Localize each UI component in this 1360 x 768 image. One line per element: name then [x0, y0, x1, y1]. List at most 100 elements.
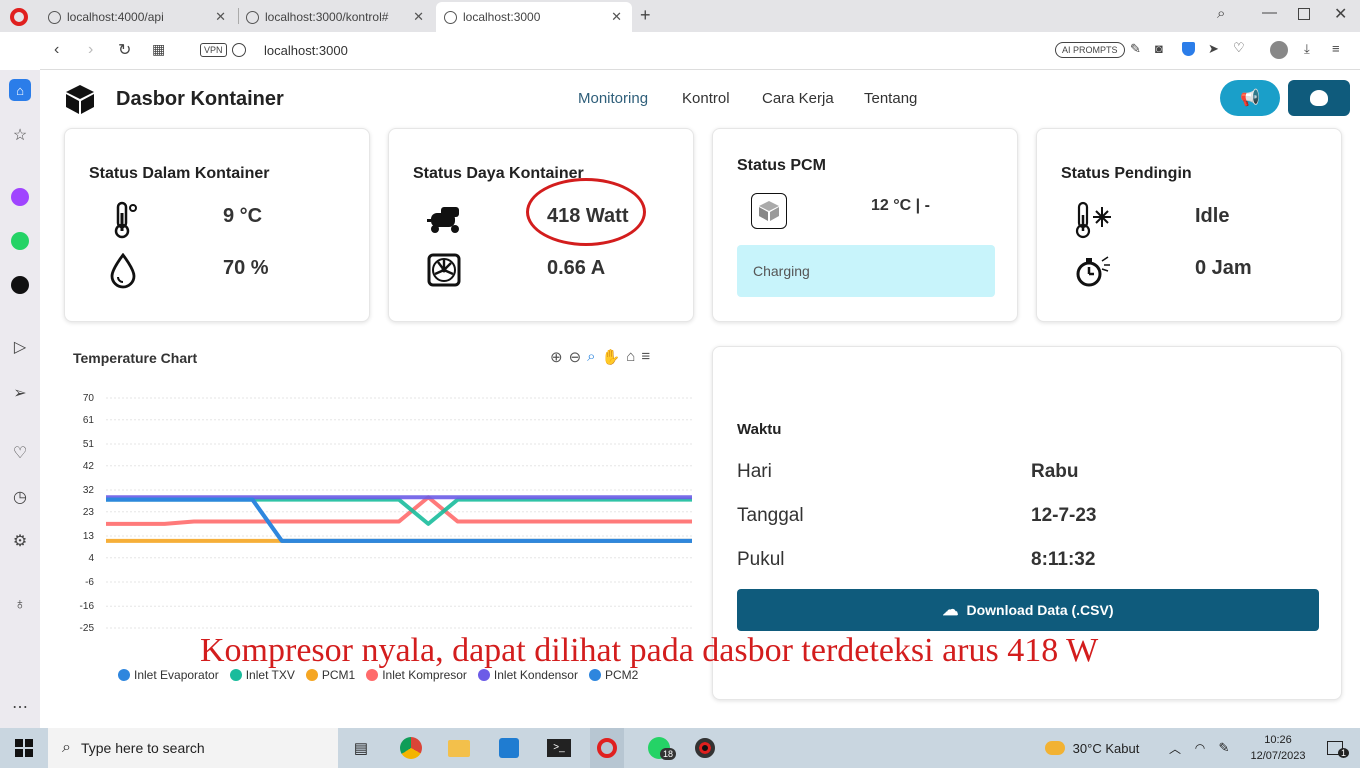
legend-item[interactable]: Inlet Evaporator	[118, 668, 219, 682]
download-icon[interactable]: ⤓	[1304, 41, 1310, 57]
search-placeholder: Type here to search	[80, 740, 205, 756]
tab-api[interactable]: localhost:4000/api ✕	[40, 2, 236, 32]
zoom-out-icon[interactable]: ⊖	[569, 348, 582, 366]
megaphone-button[interactable]: 📢	[1220, 80, 1280, 116]
pcm-temp: 12 °C | -	[871, 197, 930, 214]
github-icon	[1310, 90, 1328, 106]
url-field[interactable]: localhost:3000	[264, 43, 348, 58]
legend-item[interactable]: PCM1	[305, 668, 355, 682]
recorder-icon[interactable]	[690, 728, 720, 768]
chrome-icon[interactable]	[396, 728, 426, 768]
card-dalam-kontainer: Status Dalam Kontainer 9 °C 70 %	[64, 128, 370, 322]
opera-taskbar-icon[interactable]	[590, 728, 624, 768]
legend-label: Inlet TXV	[245, 668, 295, 682]
heart-icon[interactable]: ♡	[1233, 40, 1245, 56]
whatsapp-icon[interactable]	[9, 230, 31, 252]
globe-icon	[444, 10, 457, 24]
legend-item[interactable]: Inlet Kompresor	[366, 668, 467, 682]
close-window-button[interactable]: ✕	[1334, 4, 1347, 24]
edit-icon[interactable]: ✎	[1130, 41, 1141, 57]
pan-hand-icon[interactable]: ✋	[602, 348, 621, 366]
nav-kontrol[interactable]: Kontrol	[682, 90, 730, 107]
tab-dashboard[interactable]: localhost:3000 ✕	[436, 2, 632, 32]
legend-marker	[118, 669, 130, 681]
grid-icon[interactable]: ▦	[152, 41, 165, 58]
minimize-button[interactable]: —	[1262, 4, 1277, 21]
legend-item[interactable]: PCM2	[588, 668, 638, 682]
pcm-status: Charging	[753, 263, 810, 279]
terminal-icon[interactable]: >_	[544, 728, 574, 768]
y-tick-label: 42	[83, 461, 95, 472]
address-bar: ‹ › ↻ ▦ VPN localhost:3000 AI PROMPTS ✎ …	[40, 32, 1360, 70]
menu-icon[interactable]: ≡	[1332, 41, 1340, 56]
card-title: Status Daya Kontainer	[413, 165, 584, 182]
tab-title: localhost:3000	[463, 10, 541, 24]
tab-kontrol[interactable]: localhost:3000/kontrol# ✕	[238, 2, 434, 32]
notification-icon[interactable]: 1	[1320, 728, 1350, 768]
cloud-download-icon: ☁	[942, 602, 959, 619]
bulb-icon[interactable]: ♁	[9, 594, 31, 616]
nav-tentang[interactable]: Tentang	[864, 90, 917, 107]
tanggal-value: 12-7-23	[1031, 505, 1097, 526]
ai-prompts-button[interactable]: AI PROMPTS	[1055, 42, 1125, 58]
search-tabs-icon[interactable]: ⌕	[1217, 5, 1225, 22]
task-view-icon[interactable]: ▤	[346, 728, 376, 768]
box-logo-icon	[66, 85, 94, 114]
github-button[interactable]	[1288, 80, 1350, 116]
tray-clock[interactable]: 10:26 12/07/2023	[1246, 732, 1310, 764]
start-button[interactable]	[0, 728, 48, 768]
chart-legend: Inlet Evaporator Inlet TXV PCM1 Inlet Kompr…	[118, 668, 649, 682]
y-tick-label: 13	[83, 531, 95, 542]
tray-chevron-icon[interactable]: ︿	[1166, 728, 1184, 768]
zoom-select-icon[interactable]: ⌕	[587, 348, 595, 366]
opera-logo[interactable]	[10, 8, 28, 26]
send-icon[interactable]: ➢	[9, 382, 31, 404]
vpn-badge[interactable]: VPN	[200, 43, 227, 57]
shield-icon[interactable]	[1182, 42, 1195, 56]
messenger-icon[interactable]	[9, 186, 31, 208]
network-icon[interactable]: ◠	[1190, 728, 1210, 768]
nav-cara-kerja[interactable]: Cara Kerja	[762, 90, 834, 107]
chart-menu-icon[interactable]: ≡	[641, 348, 650, 366]
taskbar-search[interactable]: ⌕ Type here to search	[48, 728, 338, 768]
card-pcm: Status PCM 12 °C | - Charging	[712, 128, 1018, 322]
vscode-icon[interactable]	[494, 728, 524, 768]
file-explorer-icon[interactable]	[444, 728, 474, 768]
tiktok-icon[interactable]	[9, 274, 31, 296]
clock-date: 12/07/2023	[1250, 750, 1306, 762]
back-icon[interactable]: ‹	[54, 41, 59, 59]
reset-home-icon[interactable]: ⌂	[626, 348, 635, 366]
gear-icon[interactable]: ⚙	[9, 530, 31, 552]
heart-icon[interactable]: ♡	[9, 442, 31, 464]
more-icon[interactable]: ⋯	[9, 696, 31, 718]
camera-icon[interactable]: ◙	[1155, 41, 1163, 56]
player-icon[interactable]: ▷	[9, 336, 31, 358]
home-icon[interactable]: ⌂	[9, 79, 31, 101]
reload-icon[interactable]: ↻	[118, 40, 131, 60]
download-csv-button[interactable]: ☁ Download Data (.CSV)	[737, 589, 1319, 631]
pen-icon[interactable]: ✎	[1214, 728, 1234, 768]
legend-item[interactable]: Inlet Kondensor	[477, 668, 578, 682]
maximize-button[interactable]	[1298, 8, 1310, 20]
nav-monitoring[interactable]: Monitoring	[578, 90, 648, 107]
close-icon[interactable]: ✕	[215, 9, 226, 25]
y-tick-label: 61	[83, 415, 95, 426]
notification-count: 1	[1338, 748, 1350, 758]
avatar[interactable]	[1270, 41, 1288, 59]
globe-icon	[232, 43, 246, 57]
y-tick-label: 51	[83, 439, 95, 450]
card-title: Status PCM	[737, 157, 826, 174]
legend-item[interactable]: Inlet TXV	[229, 668, 295, 682]
whatsapp-taskbar-icon[interactable]: 18	[642, 728, 677, 768]
weather-widget[interactable]: 30°C Kabut	[1036, 728, 1148, 768]
zoom-in-icon[interactable]: ⊕	[550, 348, 563, 366]
y-tick-label: 4	[88, 553, 94, 564]
history-icon[interactable]: ◷	[9, 486, 31, 508]
star-icon[interactable]: ☆	[9, 124, 31, 146]
forward-icon[interactable]: ›	[88, 41, 93, 59]
close-icon[interactable]: ✕	[413, 9, 424, 25]
new-tab-button[interactable]: +	[640, 5, 651, 26]
send-icon[interactable]: ➤	[1208, 41, 1219, 57]
clock-time: 10:26	[1264, 734, 1292, 746]
close-icon[interactable]: ✕	[611, 9, 622, 25]
